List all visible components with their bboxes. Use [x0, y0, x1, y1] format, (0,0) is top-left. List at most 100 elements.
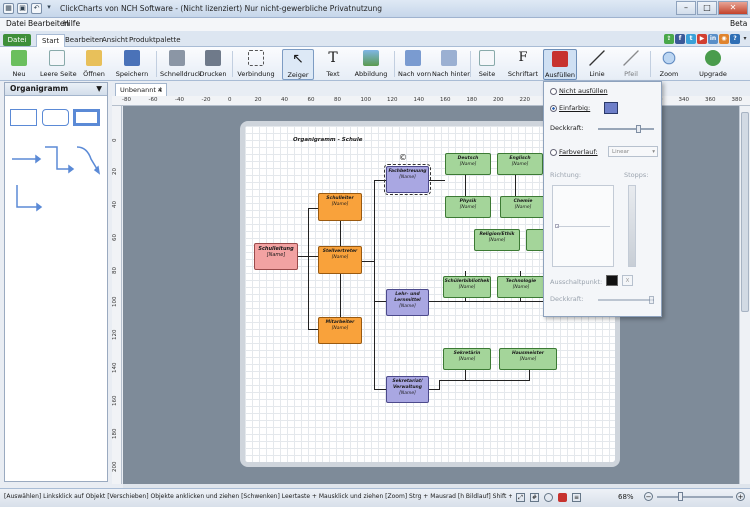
gradient-type-select[interactable]: Linear ▾	[608, 146, 658, 157]
connection-button[interactable]: Verbindung	[236, 49, 276, 80]
printer-icon	[169, 50, 185, 66]
box-fachbetreuung[interactable]: Fachbetreuung [Name]	[384, 164, 431, 195]
arrow-button[interactable]: Pfeil	[618, 49, 644, 80]
remove-stop-button[interactable]: X	[622, 275, 633, 286]
opacity-slider-knob[interactable]	[636, 125, 641, 133]
fill-button[interactable]: Ausfüllen	[543, 49, 577, 80]
minimize-button[interactable]: –	[676, 1, 696, 15]
shape-thick-rectangle[interactable]	[73, 109, 100, 126]
stops-bar[interactable]	[628, 185, 636, 267]
solid-color-swatch[interactable]	[604, 102, 618, 114]
box-schulleitung[interactable]: Schulleitung [Name]	[254, 243, 298, 270]
font-icon: F	[518, 50, 528, 65]
box-deutsch[interactable]: Deutsch [Name]	[445, 153, 491, 175]
connector-icon	[248, 50, 264, 66]
tab-datei[interactable]: Datei	[3, 34, 31, 46]
zoom-slider[interactable]	[657, 496, 733, 498]
box-hausmeister[interactable]: Hausmeister [Name]	[499, 348, 557, 370]
zoom-level: 68%	[618, 493, 634, 501]
blank-page-button[interactable]: Leere Seite	[40, 49, 77, 80]
undo-icon[interactable]: ↶	[31, 3, 42, 14]
box-schulleiter[interactable]: Schulleiter [Name]	[318, 193, 362, 221]
quick-print-button[interactable]: Schnelldruck	[160, 49, 202, 80]
dropdown-icon[interactable]: ▼	[96, 83, 102, 95]
linkedin-icon[interactable]: in	[708, 34, 718, 44]
save-button[interactable]: Speichern	[114, 49, 150, 80]
fit-page-icon[interactable]: ⤢	[516, 493, 525, 502]
box-stellvertreter[interactable]: Stellvertreter [Name]	[318, 246, 362, 274]
shape-rectangle[interactable]	[10, 109, 37, 126]
opacity-slider[interactable]	[598, 128, 654, 130]
direction-box[interactable]	[552, 185, 614, 267]
grid-toggle-icon[interactable]: #	[530, 493, 539, 502]
menu-datei[interactable]: Datei	[6, 19, 26, 28]
pointer-button[interactable]: ↖ Zeiger	[282, 49, 314, 80]
direction-handle[interactable]	[555, 224, 559, 228]
box-chemie[interactable]: Chemie [Name]	[500, 196, 546, 218]
quick-access-dropdown-icon[interactable]: ▾	[45, 3, 53, 14]
line-button[interactable]: Linie	[584, 49, 610, 80]
menu-hilfe[interactable]: Hilfe	[63, 19, 80, 28]
opacity2-slider-knob[interactable]	[649, 296, 654, 304]
maximize-button[interactable]: □	[697, 1, 717, 15]
folder-icon	[86, 50, 102, 66]
box-englisch[interactable]: Englisch [Name]	[497, 153, 543, 175]
youtube-icon[interactable]: ▶	[697, 34, 707, 44]
share-icon[interactable]: ⇪	[664, 34, 674, 44]
shape-rounded-rectangle[interactable]	[42, 109, 69, 126]
text-button[interactable]: T Text	[318, 49, 348, 80]
connector-line	[429, 389, 439, 390]
zoom-out-icon[interactable]: −	[644, 492, 653, 501]
magnet-icon[interactable]	[558, 493, 567, 502]
zoom-button[interactable]: Zoom	[654, 49, 684, 80]
box-lehrmittel[interactable]: Lehr- und Lernmittel [Name]	[386, 289, 429, 316]
tab-produktpalette[interactable]: Produktpalette	[124, 34, 186, 47]
print-button[interactable]: Drucken	[198, 49, 228, 80]
options-dropdown-icon[interactable]: ▾	[741, 34, 749, 44]
page-button[interactable]: Seite	[474, 49, 500, 80]
twitter-icon[interactable]: t	[686, 34, 696, 44]
zoom-in-icon[interactable]: +	[736, 492, 745, 501]
bring-front-button[interactable]: Nach vorn	[398, 49, 431, 80]
save-quick-icon[interactable]: ▣	[17, 3, 28, 14]
new-icon	[11, 50, 27, 66]
ruler-tick-label: 140	[112, 362, 118, 374]
diagram-title[interactable]: Organigramm - Schule	[293, 137, 362, 143]
close-icon[interactable]: ×	[158, 84, 163, 96]
box-religion[interactable]: Religion/Ethik [Name]	[474, 229, 520, 251]
help-icon[interactable]: ?	[730, 34, 740, 44]
scroll-thumb[interactable]	[741, 112, 749, 312]
snap-icon[interactable]	[544, 493, 553, 502]
font-button[interactable]: F Schriftart	[506, 49, 540, 80]
ruler-tick-label: -20	[201, 97, 211, 103]
box-mitarbeiter[interactable]: Mitarbeiter [Name]	[318, 317, 362, 344]
upgrade-button[interactable]: Upgrade	[696, 49, 730, 80]
box-technologie[interactable]: Technologie [Name]	[497, 276, 545, 298]
connector-line	[465, 370, 466, 381]
facebook-icon[interactable]: f	[675, 34, 685, 44]
box-sekretariat[interactable]: Sekretariat/ Verwaltung [Name]	[386, 376, 429, 403]
zoom-slider-knob[interactable]	[678, 492, 683, 501]
shape-library-title[interactable]: Organigramm ▼	[5, 83, 107, 96]
image-button[interactable]: Abbildung	[352, 49, 390, 80]
ruler-tick-label: 60	[307, 97, 315, 103]
send-back-button[interactable]: Nach hinten	[432, 49, 471, 80]
open-button[interactable]: Öffnen	[80, 49, 108, 80]
ruler-tick-label: 180	[112, 428, 118, 440]
radio-gradient-fill[interactable]: Farbverlauf:	[550, 148, 598, 156]
rss-icon[interactable]: ◉	[719, 34, 729, 44]
radio-no-fill[interactable]: Nicht ausfüllen	[550, 87, 608, 95]
opacity2-slider[interactable]	[598, 299, 654, 301]
vertical-scrollbar[interactable]	[739, 106, 750, 484]
text-icon: T	[328, 50, 338, 66]
box-sekretaerin[interactable]: Sekretärin [Name]	[443, 348, 491, 370]
tab-document[interactable]: Unbenannt 4 ×	[115, 83, 167, 96]
layers-icon[interactable]: ≡	[572, 493, 581, 502]
radio-solid-fill[interactable]: Einfarbig:	[550, 104, 590, 112]
box-schuelerbibliothek[interactable]: Schülerbibliothek [Name]	[443, 276, 491, 298]
menu-bar: Datei Bearbeiten Hilfe Beta	[0, 18, 750, 31]
stop-color-swatch[interactable]	[606, 275, 618, 286]
box-physik[interactable]: Physik [Name]	[445, 196, 491, 218]
new-button[interactable]: Neu	[4, 49, 34, 80]
close-button[interactable]: ✕	[718, 1, 748, 15]
